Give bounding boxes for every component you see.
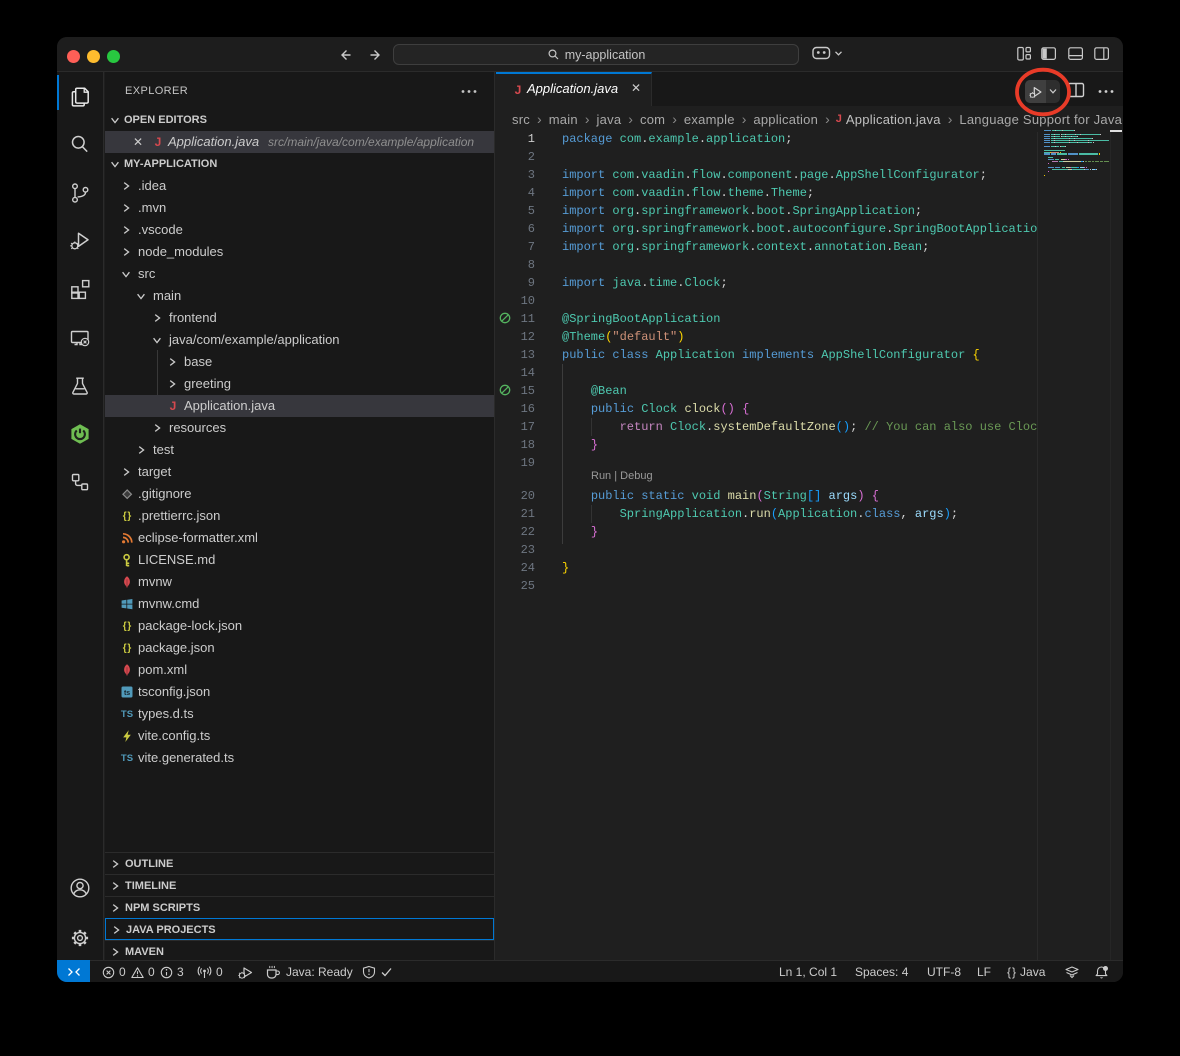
svg-text:ts: ts [124,690,130,697]
